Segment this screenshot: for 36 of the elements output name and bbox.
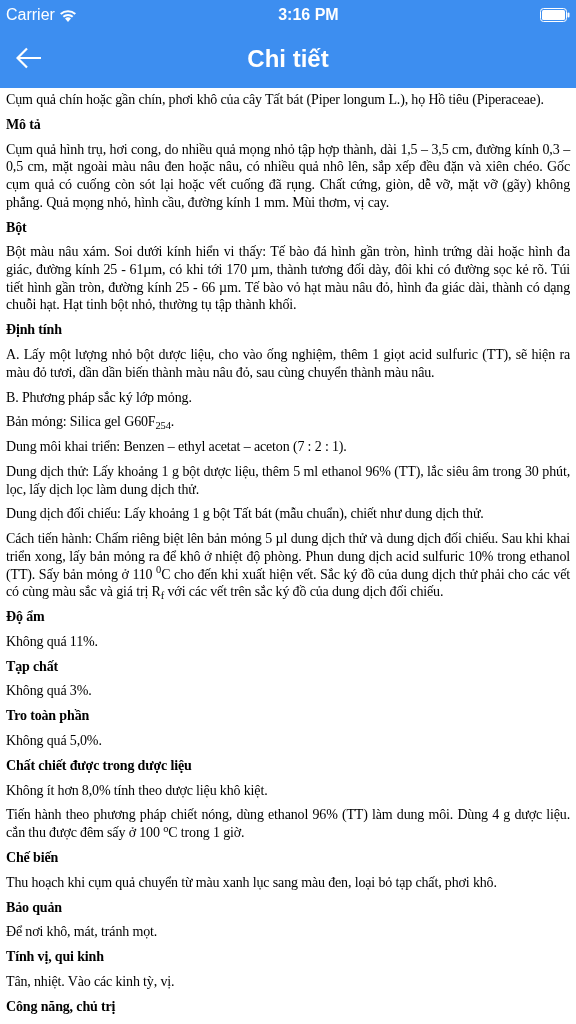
section-heading: Bảo quản bbox=[6, 898, 63, 917]
body-paragraph: Tiến hành theo phương pháp chiết nóng, dùng ethanol 96% (TT) làm dung môi. Dùng 4 g dược liệu. cắn thu được đêm sấy ở 100 $^{o}$C trong 1 giờ. bbox=[6, 806, 570, 842]
section-heading: Tạp chất bbox=[6, 657, 60, 676]
body-paragraph: Cụm quả hình trụ, hơi cong, do nhiều quả mọng nhỏ tập hợp thành, dài 1,5 – 3,5 cm, đường kính 0,3 – 0,5 cm, mặt ngoài màu nâu đen hoặc nâu, có nhiều quả nhô lên, sắp xếp đều đặn và xiên chéo. Gốc cụm quả có cuống còn sót lại hoặc vết cuống đã rụng. Chất cứng, giòn, dễ vỡ, mặt vỡ (gãy) không phẳng. Quả mọng nhỏ, hình cầu, đường kính 1 mm. Mùi thơm, vị cay. bbox=[6, 140, 570, 212]
wifi-icon bbox=[58, 8, 77, 22]
body-paragraph: Cụm quả chín hoặc gần chín, phơi khô của cây Tất bát (Piper longum L.), họ Hồ tiêu (Piperaceae). bbox=[6, 91, 545, 109]
body-paragraph: Dung môi khai triển: Benzen – ethyl acetat – aceton (7 : 2 : 1). bbox=[6, 438, 348, 456]
body-paragraph: Để nơi khô, mát, tránh mọt. bbox=[6, 923, 159, 942]
body-paragraph: Không quá 5,0%. bbox=[6, 732, 103, 750]
body-paragraph: Không quá 3%. bbox=[6, 682, 93, 701]
section-heading: Tính vị, qui kinh bbox=[6, 948, 105, 966]
battery-icon bbox=[540, 8, 570, 22]
body-paragraph: A. Lấy một lượng nhỏ bột dược liệu, cho vào ống nghiệm, thêm 1 giọt acid sulfuric (TT), sẽ hiện ra màu đỏ tươi, dần dần biến thành màu nâu đỏ, sau cùng chuyển thành màu nâu. bbox=[6, 346, 570, 382]
clock-time: 3:16 PM bbox=[278, 5, 339, 25]
section-heading: Mô tả bbox=[6, 115, 42, 134]
section-heading: Độ ẩm bbox=[6, 608, 46, 626]
section-heading: Tro toàn phần bbox=[6, 707, 91, 725]
body-paragraph: Không ít hơn 8,0% tính theo dược liệu khô kiệt. bbox=[6, 781, 269, 800]
body-paragraph: Thu hoạch khi cụm quả chuyển từ màu xanh lục sang màu đen, loại bỏ tạp chất, phơi khô. bbox=[6, 873, 498, 892]
carrier-label: Carrier bbox=[6, 5, 55, 25]
screen-title: Chi tiết bbox=[247, 44, 329, 74]
section-heading: Bột bbox=[6, 218, 28, 237]
body-paragraph: Dung dịch đối chiếu: Lấy khoảng 1 g bột Tất bát (mẫu chuẩn), chiết như dung dịch thử. bbox=[6, 505, 485, 524]
body-paragraph: Bản mỏng: Silica gel G60F$_{254}$. bbox=[6, 413, 176, 431]
back-button[interactable] bbox=[16, 47, 42, 69]
back-arrow-icon bbox=[16, 47, 42, 69]
section-heading: Chế biến bbox=[6, 848, 60, 867]
body-paragraph: Tân, nhiệt. Vào các kinh tỳ, vị. bbox=[6, 972, 176, 991]
section-heading: Công năng, chủ trị bbox=[6, 997, 117, 1016]
body-paragraph: Không quá 11%. bbox=[6, 632, 99, 651]
body-paragraph: B. Phương pháp sắc ký lớp mỏng. bbox=[6, 388, 193, 407]
body-paragraph: Dung dịch thử: Lấy khoảng 1 g bột dược liệu, thêm 5 ml ethanol 96% (TT), lắc siêu âm trong 30 phút, lọc, lấy dịch lọc làm dung dịch thử. bbox=[6, 462, 570, 499]
body-paragraph: Bột màu nâu xám. Soi dưới kính hiển vi thấy: Tế bào đá hình gần tròn, hình trứng dài hoặc hình đa giác, đường kính 25 - 61µm, có khi tới 170 µm, thành tương đối dày, đôi khi có đường sọc kẻ rõ. Túi tiết hình gần tròn, đường kính 25 - 66 µm. Tế bào vỏ hạt màu nâu đỏ, hình đa giác dài, thành có dạng chuỗi hạt. Hạt tinh bột nhỏ, thường tụ tập thành khối. bbox=[6, 243, 570, 315]
section-heading: Định tính bbox=[6, 321, 63, 339]
section-heading: Chất chiết được trong dược liệu bbox=[6, 756, 193, 775]
body-paragraph: Cách tiến hành: Chấm riêng biệt lên bản mỏng 5 µl dung dịch thử và dung dịch đối chiếu. Sau khi khai triển xong, lấy bản mỏng ra để khô ở nhiệt độ phòng. Phun dung dịch acid sulfuric 10% trong ethanol (TT). Sấy bản mỏng ở 110 $^{0}$C cho đến khi xuất hiện vết. Sắc ký đồ của dung dịch thử phải cho các vết có cùng màu sắc và giá trị R$_{f}$ với các vết trên sắc ký đồ của dung dịch đối chiếu. bbox=[6, 530, 570, 601]
